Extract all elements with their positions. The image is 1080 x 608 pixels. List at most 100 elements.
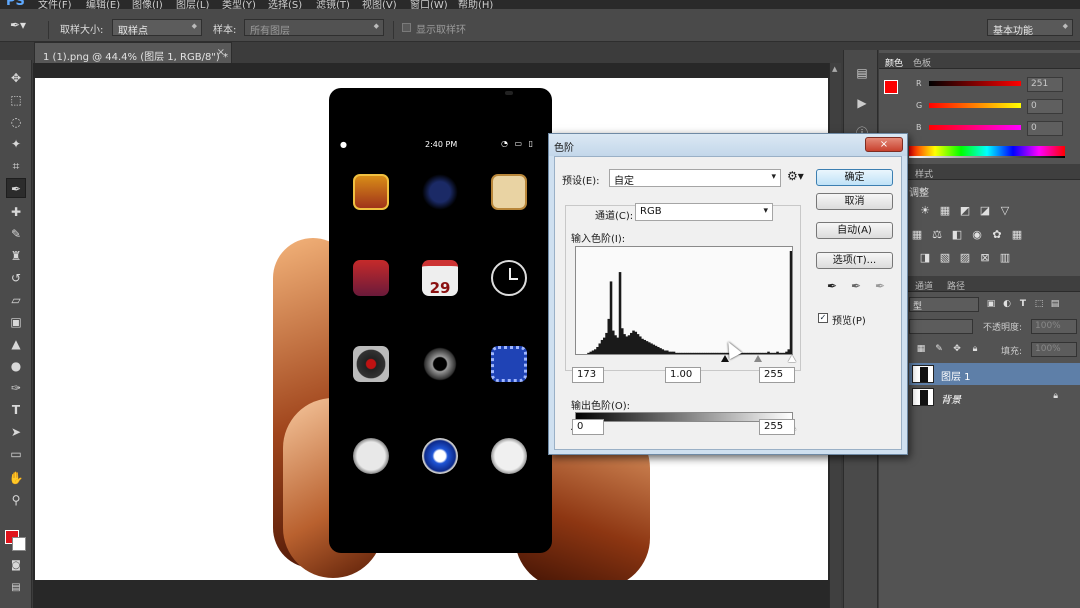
sample-size-select[interactable]: 取样点 — [112, 19, 202, 37]
cancel-button[interactable]: 取消 — [816, 193, 893, 210]
scroll-up-icon[interactable]: ▲ — [832, 65, 837, 73]
preview-checkbox[interactable]: ✓ — [818, 313, 828, 323]
history-panel-icon[interactable]: ▤ — [853, 64, 871, 82]
options-button[interactable]: 选项(T)... — [816, 252, 893, 269]
lock-pixels-icon[interactable]: ▦ — [913, 341, 929, 357]
show-ring-checkbox[interactable] — [402, 23, 411, 32]
stamp-tool-icon[interactable]: ♜ — [6, 246, 26, 266]
color-foreground-swatch[interactable] — [884, 80, 898, 94]
path-select-tool-icon[interactable]: ➤ — [6, 422, 26, 442]
tab-swatches[interactable]: 色板 — [913, 56, 931, 69]
r-slider[interactable] — [929, 81, 1021, 86]
history-brush-tool-icon[interactable]: ↺ — [6, 268, 26, 288]
preset-select[interactable]: 自定 — [609, 169, 781, 187]
menu-help[interactable]: 帮助(H) — [458, 0, 493, 9]
input-gamma-field[interactable]: 1.00 — [665, 367, 701, 383]
document-tab[interactable]: 1 (1).png @ 44.4% (图层 1, RGB/8") * × — [34, 42, 232, 63]
dialog-close-button[interactable]: × — [865, 137, 903, 152]
black-eyedropper-icon[interactable]: ✒ — [827, 279, 837, 293]
photo-filter-icon[interactable]: ◉ — [969, 227, 985, 243]
eraser-tool-icon[interactable]: ▱ — [6, 290, 26, 310]
input-white-field[interactable]: 255 — [759, 367, 795, 383]
lookup-icon[interactable]: ▦ — [1009, 227, 1025, 243]
menu-view[interactable]: 视图(V) — [362, 0, 397, 9]
b-slider[interactable] — [929, 125, 1021, 130]
channel-select[interactable]: RGB — [635, 203, 773, 221]
vibrance-icon[interactable]: ▽ — [997, 203, 1013, 219]
input-white-slider[interactable] — [788, 355, 796, 362]
pen-tool-icon[interactable]: ✑ — [6, 378, 26, 398]
tab-channels[interactable]: 通道 — [915, 279, 933, 292]
layer-filter-select[interactable]: 型 — [909, 297, 979, 312]
menu-window[interactable]: 窗口(W) — [410, 0, 448, 9]
levels-icon[interactable]: ▦ — [937, 203, 953, 219]
color-ramp[interactable] — [909, 156, 1065, 158]
filter-type-icon[interactable]: T — [1015, 296, 1031, 312]
menu-type[interactable]: 类型(Y) — [222, 0, 256, 9]
type-tool-icon[interactable]: T — [6, 400, 26, 420]
eyedropper-icon[interactable]: ✒▾ — [10, 18, 26, 32]
move-tool-icon[interactable]: ✥ — [6, 68, 26, 88]
menu-layer[interactable]: 图层(L) — [176, 0, 209, 9]
crop-tool-icon[interactable]: ⌗ — [6, 156, 26, 176]
lock-all-icon[interactable]: 🔒︎ — [967, 341, 983, 357]
balance-icon[interactable]: ⚖ — [929, 227, 945, 243]
ok-button[interactable]: 确定 — [816, 169, 893, 186]
hue-icon[interactable]: ▦ — [909, 227, 925, 243]
lock-paint-icon[interactable]: ✎ — [931, 341, 947, 357]
filter-adjust-icon[interactable]: ◐ — [999, 296, 1015, 312]
posterize-icon[interactable]: ▧ — [937, 250, 953, 266]
r-value[interactable]: 251 — [1027, 77, 1063, 92]
magic-wand-tool-icon[interactable]: ✦ — [6, 134, 26, 154]
bw-icon[interactable]: ◧ — [949, 227, 965, 243]
filter-smart-icon[interactable]: ▤ — [1047, 296, 1063, 312]
actions-panel-icon[interactable]: ▶ — [853, 94, 871, 112]
filter-pixel-icon[interactable]: ▣ — [983, 296, 999, 312]
gradient-tool-icon[interactable]: ▣ — [6, 312, 26, 332]
menu-select[interactable]: 选择(S) — [268, 0, 302, 9]
quick-mask-icon[interactable]: ◙ — [6, 556, 26, 576]
lasso-tool-icon[interactable]: ◌ — [6, 112, 26, 132]
brush-tool-icon[interactable]: ✎ — [6, 224, 26, 244]
menu-filter[interactable]: 滤镜(T) — [316, 0, 350, 9]
blend-mode-select[interactable] — [909, 319, 973, 334]
gray-eyedropper-icon[interactable]: ✒ — [851, 279, 861, 293]
background-color-swatch[interactable] — [12, 537, 26, 551]
close-icon[interactable]: × — [217, 47, 225, 58]
gradient-map-icon[interactable]: ⊠ — [977, 250, 993, 266]
output-black-field[interactable]: 0 — [572, 419, 604, 435]
hand-tool-icon[interactable]: ✋ — [6, 468, 26, 488]
b-value[interactable]: 0 — [1027, 121, 1063, 136]
input-black-field[interactable]: 173 — [572, 367, 604, 383]
layer-row-1[interactable]: 图层 1 — [909, 363, 1080, 385]
menu-file[interactable]: 文件(F) — [38, 0, 72, 9]
layer-row-background[interactable]: 背景 🔒︎ — [909, 386, 1080, 408]
fill-input[interactable]: 100% — [1031, 342, 1077, 357]
healing-brush-tool-icon[interactable]: ✚ — [6, 202, 26, 222]
g-slider[interactable] — [929, 103, 1021, 108]
blur-tool-icon[interactable]: ▲ — [6, 334, 26, 354]
menu-edit[interactable]: 编辑(E) — [86, 0, 120, 9]
dodge-tool-icon[interactable]: ● — [6, 356, 26, 376]
tab-paths[interactable]: 路径 — [947, 279, 965, 292]
workspace-select[interactable]: 基本功能 — [987, 19, 1073, 37]
opacity-input[interactable]: 100% — [1031, 319, 1077, 334]
lock-position-icon[interactable]: ✥ — [949, 341, 965, 357]
zoom-tool-icon[interactable]: ⚲ — [6, 490, 26, 510]
auto-button[interactable]: 自动(A) — [816, 222, 893, 239]
selective-color-icon[interactable]: ▥ — [997, 250, 1013, 266]
preset-options-gear-icon[interactable]: ⚙▾ — [787, 169, 804, 183]
color-spectrum[interactable] — [909, 146, 1065, 156]
white-eyedropper-icon[interactable]: ✒ — [875, 279, 885, 293]
brightness-icon[interactable]: ☀ — [917, 203, 933, 219]
curves-icon[interactable]: ◩ — [957, 203, 973, 219]
shape-tool-icon[interactable]: ▭ — [6, 444, 26, 464]
g-value[interactable]: 0 — [1027, 99, 1063, 114]
filter-shape-icon[interactable]: ⬚ — [1031, 296, 1047, 312]
marquee-tool-icon[interactable]: ⬚ — [6, 90, 26, 110]
tab-color[interactable]: 颜色 — [885, 56, 903, 69]
exposure-icon[interactable]: ◪ — [977, 203, 993, 219]
menu-image[interactable]: 图像(I) — [132, 0, 163, 9]
invert-icon[interactable]: ◨ — [917, 250, 933, 266]
tab-styles[interactable]: 样式 — [915, 167, 933, 180]
